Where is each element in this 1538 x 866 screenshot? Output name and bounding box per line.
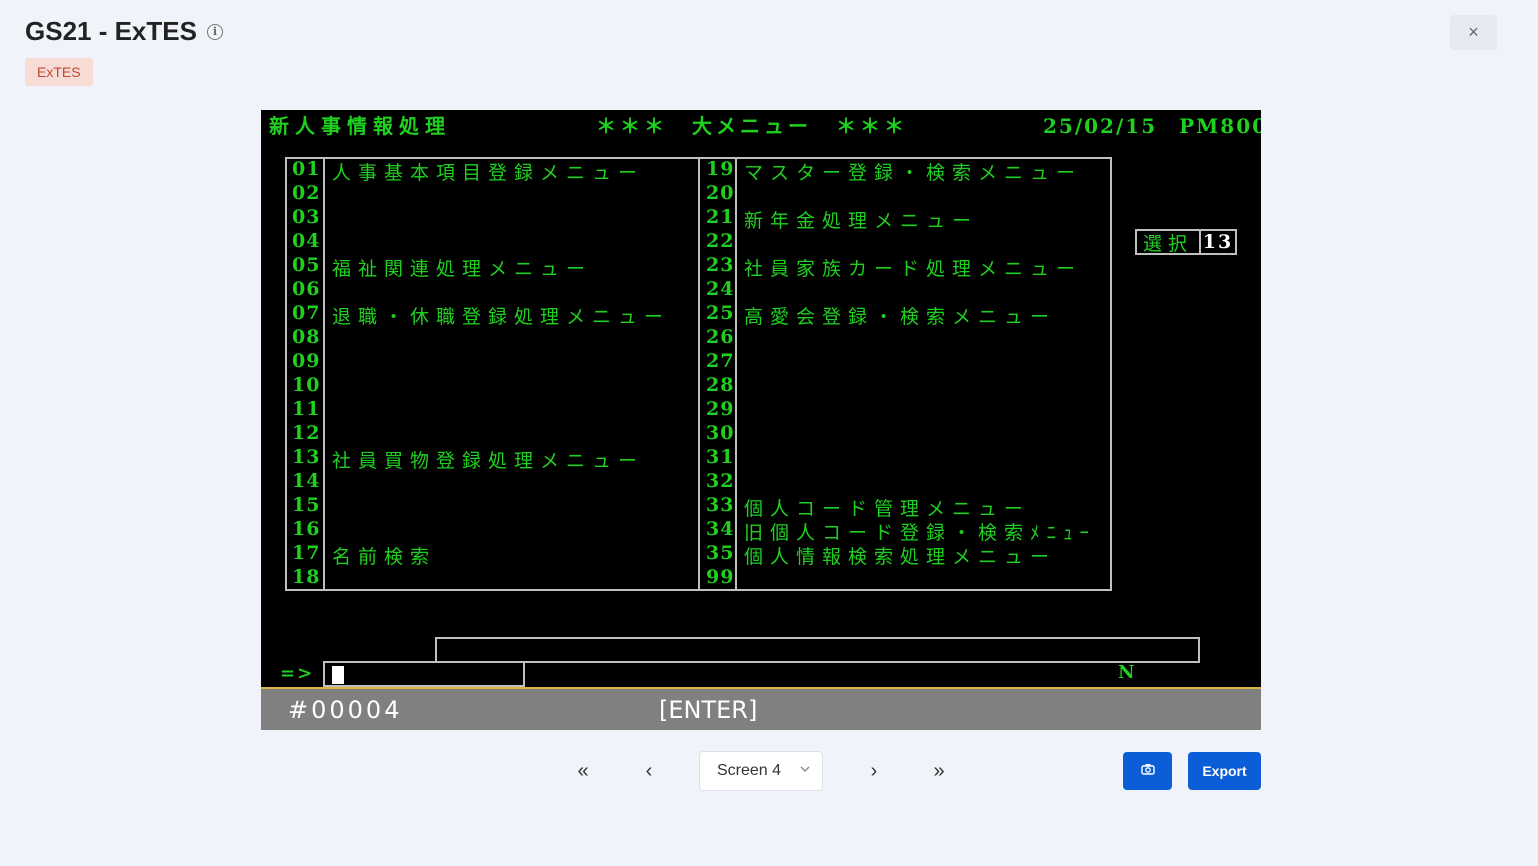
close-button[interactable]: × xyxy=(1450,15,1497,50)
menu-item-number: 14 xyxy=(292,470,321,492)
menu-item-number: 24 xyxy=(706,278,735,300)
menu-item-label: 社員買物登録処理メニュー xyxy=(332,450,645,472)
text-cursor xyxy=(332,666,344,684)
menu-item-number: 21 xyxy=(706,206,735,228)
menu-item-number: 01 xyxy=(292,158,321,180)
menu-item-number: 32 xyxy=(706,470,735,492)
chevron-left-icon: ‹ xyxy=(645,759,653,782)
menu-item-number: 07 xyxy=(292,302,321,324)
menu-item-number: 31 xyxy=(706,446,735,468)
menu-item-label: 新年金処理メニュー xyxy=(744,210,979,232)
menu-item-label: 個人情報検索処理メニュー xyxy=(744,546,1057,568)
menu-item-number: 12 xyxy=(292,422,321,444)
menu-item-number: 99 xyxy=(706,566,735,588)
menu-item-number: 10 xyxy=(292,374,321,396)
menu-item-label: 個人コード管理メニュー xyxy=(744,498,1031,520)
menu-item-number: 03 xyxy=(292,206,321,228)
menu-item-number: 17 xyxy=(292,542,321,564)
status-flag: N xyxy=(1118,662,1141,683)
menu-item-number: 33 xyxy=(706,494,735,516)
menu-item-number: 35 xyxy=(706,542,735,564)
command-prompt: => xyxy=(280,663,315,684)
menu-item-number: 30 xyxy=(706,422,735,444)
menu-item-number: 20 xyxy=(706,182,735,204)
export-button[interactable]: Export xyxy=(1188,752,1261,790)
menu-item-label: 社員家族カード処理メニュー xyxy=(744,258,1083,280)
menu-item-label: 退職・休職登録処理メニュー xyxy=(332,306,671,328)
chevron-right-icon: › xyxy=(870,759,878,782)
menu-item-number: 29 xyxy=(706,398,735,420)
double-chevron-left-icon: « xyxy=(577,759,589,782)
previous-screen-button[interactable]: ‹ xyxy=(630,752,668,790)
menu-item-number: 19 xyxy=(706,158,735,180)
menu-item-number: 08 xyxy=(292,326,321,348)
message-field xyxy=(435,637,1200,663)
screen-select[interactable]: Screen 4 xyxy=(699,751,823,791)
terminal-menu-heading: ＊＊＊ 大メニュー ＊＊＊ xyxy=(596,114,908,138)
info-icon[interactable]: i xyxy=(206,23,223,40)
screen-select-value: Screen 4 xyxy=(717,762,782,779)
terminal-datetime: 25/02/15 PM800 xyxy=(1043,114,1261,138)
menu-item-number: 23 xyxy=(706,254,735,276)
menu-item-number: 16 xyxy=(292,518,321,540)
menu-item-label: マスター登録・検索メニュー xyxy=(744,162,1083,184)
chevron-down-icon xyxy=(800,763,810,777)
menu-item-number: 11 xyxy=(292,398,321,420)
menu-item-number: 06 xyxy=(292,278,321,300)
divider xyxy=(698,157,700,591)
menu-item-number: 05 xyxy=(292,254,321,276)
selection-label: 選択 xyxy=(1137,231,1201,255)
terminal-status-bar: #00004 [ENTER] xyxy=(261,687,1261,730)
menu-item-number: 25 xyxy=(706,302,735,324)
menu-item-number: 04 xyxy=(292,230,321,252)
system-tag: ExTES xyxy=(25,58,93,86)
menu-item-label: 人事基本項目登録メニュー xyxy=(332,162,645,184)
menu-item-number: 09 xyxy=(292,350,321,372)
menu-item-number: 22 xyxy=(706,230,735,252)
screen-counter: #00004 xyxy=(288,696,403,724)
menu-item-label: 高愛会登録・検索メニュー xyxy=(744,306,1057,328)
selection-box: 選択 13 xyxy=(1135,229,1237,255)
menu-item-label: 福祉関連処理メニュー xyxy=(332,258,593,280)
screenshot-button[interactable] xyxy=(1123,752,1172,790)
next-screen-button[interactable]: › xyxy=(855,752,893,790)
double-chevron-right-icon: » xyxy=(933,759,945,782)
menu-item-number: 28 xyxy=(706,374,735,396)
divider xyxy=(323,157,325,591)
enter-key-label: [ENTER] xyxy=(659,696,758,724)
last-screen-button[interactable]: » xyxy=(920,752,958,790)
menu-item-number: 27 xyxy=(706,350,735,372)
first-screen-button[interactable]: « xyxy=(564,752,602,790)
page-title: GS21 - ExTES xyxy=(25,16,197,46)
terminal-screen: 新人事情報処理 ＊＊＊ 大メニュー ＊＊＊ 25/02/15 PM800 01 人… xyxy=(261,110,1261,730)
menu-item-label: 名前検索 xyxy=(332,546,437,568)
divider xyxy=(735,157,737,591)
menu-item-number: 13 xyxy=(292,446,321,468)
command-input[interactable] xyxy=(323,661,525,687)
menu-item-number: 34 xyxy=(706,518,735,540)
selection-value: 13 xyxy=(1202,231,1234,253)
menu-item-label: 旧個人コード登録・検索ﾒﾆｭｰ xyxy=(744,522,1097,544)
menu-item-number: 18 xyxy=(292,566,321,588)
close-icon: × xyxy=(1468,22,1479,42)
menu-item-number: 15 xyxy=(292,494,321,516)
camera-icon xyxy=(1140,762,1155,780)
menu-item-number: 26 xyxy=(706,326,735,348)
terminal-system-name: 新人事情報処理 xyxy=(269,114,451,138)
page-header: GS21 - ExTES i xyxy=(25,16,223,47)
menu-item-number: 02 xyxy=(292,182,321,204)
